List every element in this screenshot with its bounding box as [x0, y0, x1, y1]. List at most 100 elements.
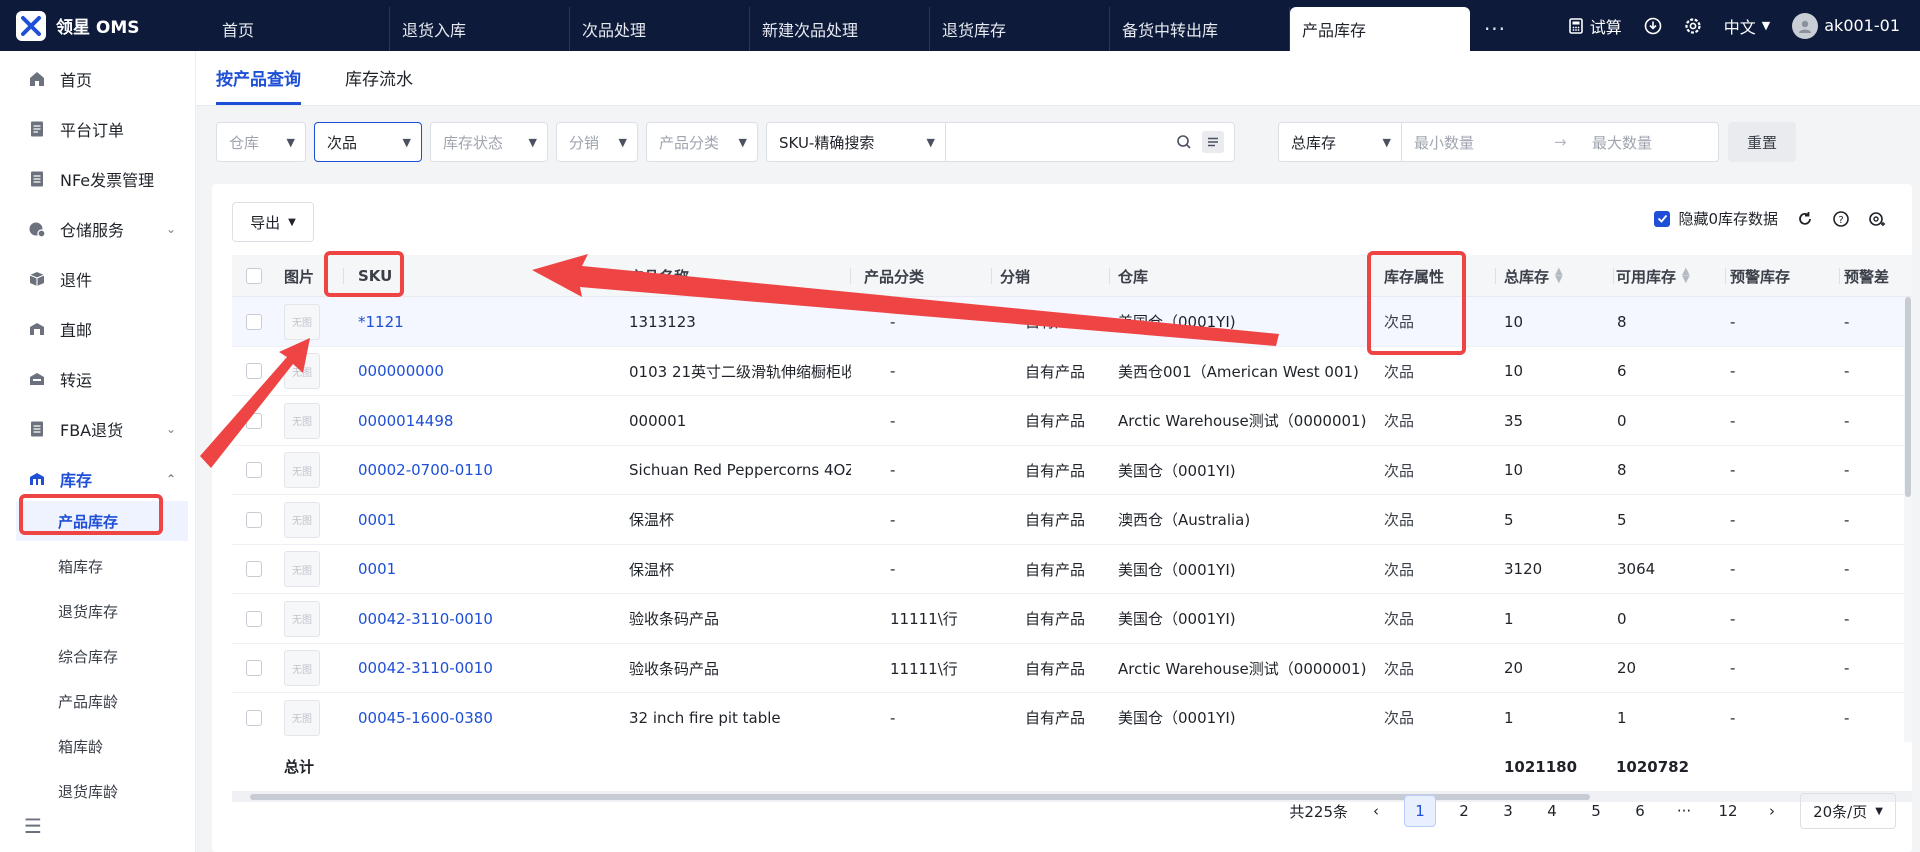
collapse-menu-icon[interactable]: ☰ [24, 814, 42, 838]
page-2[interactable]: 2 [1448, 795, 1480, 827]
sort-icon[interactable]: ▲ ▼ [1682, 267, 1690, 285]
row-checkbox-box[interactable] [246, 660, 262, 676]
row-checkbox-box[interactable] [246, 610, 262, 627]
tab-return-inbound[interactable]: 退货入库 [390, 7, 570, 51]
row-checkbox[interactable] [246, 297, 262, 346]
table-row[interactable]: 无图 0001 保温杯 - 自有产品 美国仓（0001YI) 次品 3120 3064 - - [232, 545, 1912, 594]
tab-new-defect-handling[interactable]: 新建次品处理 [750, 7, 930, 51]
table-row[interactable]: 无图 00045-1600-0380 32 inch fire pit table -… [232, 693, 1912, 743]
user-menu[interactable]: ak001-01 [1792, 12, 1900, 39]
settings-button[interactable] [1684, 17, 1702, 35]
page-6[interactable]: 6 [1624, 795, 1656, 827]
min-qty-input[interactable]: 最小数量 [1414, 132, 1554, 153]
col-distribution[interactable]: 分销 [1000, 255, 1110, 297]
distribution-select[interactable]: 分销 ▼ [556, 122, 638, 162]
col-product-name[interactable]: 产品名称 [629, 255, 851, 297]
page-1[interactable]: 1 [1404, 795, 1436, 827]
language-select[interactable]: 中文 ▼ [1724, 14, 1770, 38]
col-warning-stock[interactable]: 预警库存 [1730, 255, 1840, 297]
tab-home[interactable]: 首页 [210, 7, 390, 51]
row-checkbox[interactable] [246, 495, 262, 544]
search-icon[interactable] [1176, 134, 1192, 150]
row-checkbox-box[interactable] [246, 313, 262, 330]
page-last[interactable]: 12 [1712, 795, 1744, 827]
row-checkbox-box[interactable] [246, 561, 262, 577]
row-checkbox[interactable] [246, 396, 262, 445]
cell-sku[interactable]: 00045-1600-0380 [358, 693, 558, 742]
vertical-scrollbar[interactable] [1904, 297, 1912, 742]
cell-sku[interactable]: 0001 [358, 495, 558, 544]
cell-sku[interactable]: 00042-3110-0010 [358, 594, 558, 643]
sidebar-item-home[interactable]: 首页 [16, 61, 186, 97]
cell-sku[interactable]: 00042-3110-0010 [358, 644, 558, 693]
table-row[interactable]: 无图 000000000 0103 21英寸二级滑轨伸缩橱柜收... - 自有产品 美西仓… [232, 347, 1912, 396]
download-button[interactable] [1644, 17, 1662, 35]
tab-by-product[interactable]: 按产品查询 [216, 50, 301, 105]
table-row[interactable]: 无图 00002-0700-0110 Sichuan Red Peppercorns… [232, 446, 1912, 495]
col-warning-diff[interactable]: 预警差 [1844, 255, 1912, 297]
tab-return-inventory[interactable]: 退货库存 [930, 7, 1110, 51]
attribute-select[interactable]: 次品 ▼ [314, 122, 422, 162]
cell-sku[interactable]: 0000014498 [358, 396, 558, 445]
row-checkbox-box[interactable] [246, 462, 262, 478]
next-page-icon[interactable]: › [1756, 795, 1788, 827]
refresh-icon[interactable] [1796, 210, 1814, 228]
table-row[interactable]: 无图 0000014498 000001 - 自有产品 Arctic Warehouse测… [232, 396, 1912, 446]
trial-calc-button[interactable]: 试算 [1568, 14, 1622, 38]
app-logo[interactable]: 领星 OMS [0, 10, 210, 41]
quantity-range-input[interactable]: 最小数量 → 最大数量 [1401, 122, 1719, 162]
sku-search-mode-select[interactable]: SKU-精确搜索 ▼ [766, 122, 946, 162]
row-checkbox[interactable] [246, 644, 262, 693]
sidebar-subitem-box-age[interactable]: 箱库龄 [16, 726, 188, 766]
cell-sku[interactable]: *1121 [358, 297, 558, 346]
row-checkbox-box[interactable] [246, 709, 262, 726]
col-available-stock[interactable]: 可用库存 ▲ ▼ [1616, 255, 1726, 297]
table-row[interactable]: 无图 00042-3110-0010 验收条码产品 11111\行 自有产品 美国仓（00… [232, 594, 1912, 644]
header-checkbox[interactable] [246, 268, 262, 284]
hide-zero-checkbox[interactable] [1654, 210, 1671, 227]
col-category[interactable]: 产品分类 [864, 255, 992, 297]
col-total-stock[interactable]: 总库存 ▲ ▼ [1504, 255, 1614, 297]
table-row[interactable]: 无图 00042-3110-0010 验收条码产品 11111\行 自有产品 Arctic… [232, 644, 1912, 693]
row-checkbox[interactable] [246, 594, 262, 643]
cell-sku[interactable]: 0001 [358, 545, 558, 594]
category-select[interactable]: 产品分类 ▼ [646, 122, 758, 162]
warehouse-select[interactable]: 仓库 ▼ [216, 122, 306, 162]
sidebar-item-transfer[interactable]: 转运 [16, 361, 186, 397]
sidebar-item-platform-orders[interactable]: 平台订单 [16, 111, 186, 147]
row-checkbox[interactable] [246, 693, 262, 742]
sidebar-subitem-return-age[interactable]: 退货库龄 [16, 771, 188, 811]
page-5[interactable]: 5 [1580, 795, 1612, 827]
table-row[interactable]: 无图 *1121 1313123- 自有产品 美国仓（0001YI) 次品 10 8- - [232, 297, 1912, 347]
sidebar-item-direct-mail[interactable]: 直邮 [16, 311, 186, 347]
stock-type-select[interactable]: 总库存 ▼ [1278, 122, 1402, 162]
export-button[interactable]: 导出 ▼ [232, 202, 314, 242]
column-settings-icon[interactable] [1868, 210, 1886, 228]
page-4[interactable]: 4 [1536, 795, 1568, 827]
sidebar-subitem-combined-inventory[interactable]: 综合库存 [16, 636, 188, 676]
tab-product-inventory[interactable]: 产品库存 [1290, 7, 1470, 51]
sidebar-item-warehouse-service[interactable]: 仓储服务 ⌄ [16, 211, 186, 247]
page-ellipsis[interactable]: ··· [1668, 795, 1700, 827]
row-checkbox[interactable] [246, 347, 262, 396]
page-size-select[interactable]: 20条/页 ▼ [1800, 793, 1896, 829]
stock-status-select[interactable]: 库存状态 ▼ [430, 122, 548, 162]
row-checkbox-box[interactable] [246, 363, 262, 379]
hide-zero-stock-toggle[interactable]: 隐藏0库存数据 [1654, 208, 1778, 229]
max-qty-input[interactable]: 最大数量 [1592, 132, 1652, 153]
sidebar-subitem-return-inventory[interactable]: 退货库存 [16, 591, 188, 631]
sku-search-input[interactable] [945, 122, 1235, 162]
row-checkbox[interactable] [246, 545, 262, 594]
col-warehouse[interactable]: 仓库 [1118, 255, 1376, 297]
reset-button[interactable]: 重置 [1728, 122, 1796, 162]
sort-icon[interactable]: ▲ ▼ [1555, 267, 1563, 285]
sidebar-item-returns[interactable]: 退件 [16, 261, 186, 297]
cell-sku[interactable]: 00002-0700-0110 [358, 446, 558, 495]
row-checkbox-box[interactable] [246, 412, 262, 429]
batch-search-icon[interactable] [1202, 131, 1224, 153]
row-checkbox[interactable] [246, 446, 262, 495]
cell-sku[interactable]: 000000000 [358, 347, 558, 396]
tab-transfer-outbound[interactable]: 备货中转出库 [1110, 7, 1290, 51]
select-all-checkbox[interactable] [246, 255, 276, 297]
sidebar-item-nfe-invoice[interactable]: NFe发票管理 [16, 161, 186, 197]
